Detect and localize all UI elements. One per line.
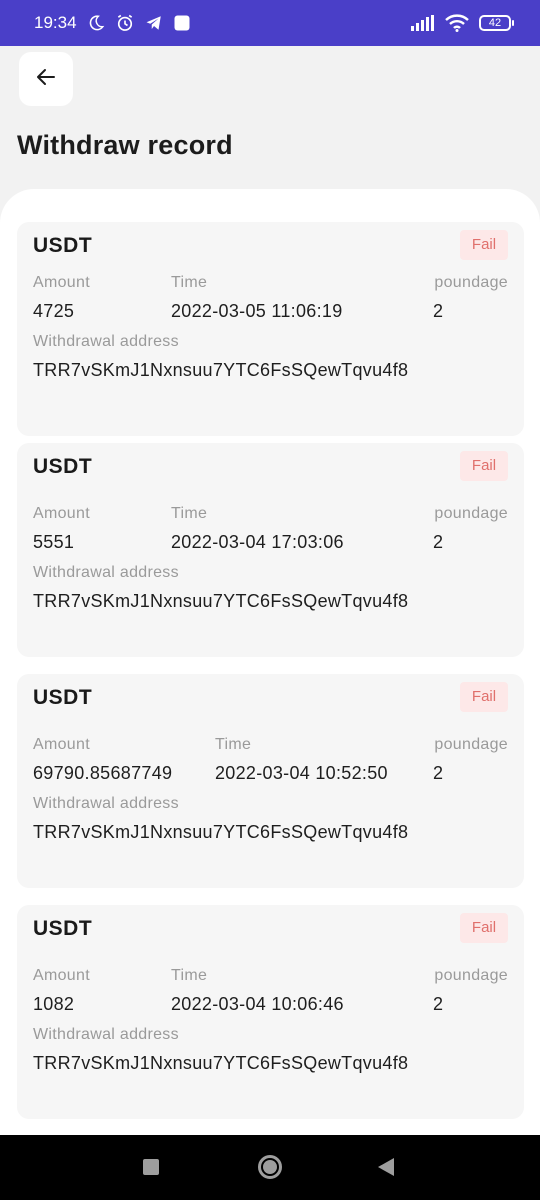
amount-label: Amount (33, 967, 90, 984)
record-currency: USDT (33, 234, 93, 257)
status-badge: Fail (460, 451, 508, 481)
clock: 19:34 (34, 13, 77, 32)
address-label: Withdrawal address (33, 1026, 179, 1043)
telegram-icon (145, 14, 163, 32)
poundage-value: 2 (433, 532, 444, 552)
address-label: Withdrawal address (33, 333, 179, 350)
recents-button[interactable] (143, 1159, 159, 1175)
time-value: 2022-03-05 11:06:19 (171, 301, 343, 321)
status-badge: Fail (460, 913, 508, 943)
amount-label: Amount (33, 274, 90, 291)
time-label: Time (171, 967, 208, 984)
poundage-label: poundage (434, 505, 508, 522)
record-card[interactable]: USDT Fail Amount Time poundage 1082 2022… (17, 905, 524, 1119)
status-bar: 19:34 42 (0, 0, 540, 46)
signal-icon (411, 15, 435, 31)
poundage-label: poundage (434, 967, 508, 984)
address-label: Withdrawal address (33, 564, 179, 581)
address-value: TRR7vSKmJ1Nxnsuu7YTC6FsSQewTqvu4f8 (33, 822, 409, 842)
time-label: Time (171, 505, 208, 522)
poundage-value: 2 (433, 301, 444, 321)
back-button[interactable] (19, 52, 73, 106)
time-label: Time (171, 274, 208, 291)
time-value: 2022-03-04 10:06:46 (171, 994, 344, 1014)
app-square-icon (173, 14, 191, 32)
time-value: 2022-03-04 17:03:06 (171, 532, 344, 552)
amount-value: 1082 (33, 994, 75, 1014)
status-badge: Fail (460, 682, 508, 712)
time-label: Time (215, 736, 252, 753)
poundage-label: poundage (434, 736, 508, 753)
records-sheet[interactable]: USDT Fail Amount Time poundage 4725 2022… (0, 189, 540, 1135)
amount-value: 5551 (33, 532, 75, 552)
arrow-left-icon (34, 65, 58, 94)
moon-icon (87, 14, 105, 32)
time-value: 2022-03-04 10:52:50 (215, 763, 388, 783)
record-card[interactable]: USDT Fail Amount Time poundage 4725 2022… (17, 222, 524, 436)
battery-level: 42 (479, 15, 511, 31)
record-currency: USDT (33, 917, 93, 940)
amount-label: Amount (33, 505, 90, 522)
record-card[interactable]: USDT Fail Amount Time poundage 69790.856… (17, 674, 524, 888)
wifi-icon (445, 14, 469, 32)
poundage-label: poundage (434, 274, 508, 291)
amount-value: 69790.85687749 (33, 763, 173, 783)
record-currency: USDT (33, 455, 93, 478)
address-value: TRR7vSKmJ1Nxnsuu7YTC6FsSQewTqvu4f8 (33, 1053, 409, 1073)
amount-value: 4725 (33, 301, 75, 321)
amount-label: Amount (33, 736, 90, 753)
alarm-icon (115, 13, 135, 33)
record-currency: USDT (33, 686, 93, 709)
nav-back-button[interactable] (378, 1158, 394, 1176)
battery-icon: 42 (479, 15, 514, 31)
address-label: Withdrawal address (33, 795, 179, 812)
record-card[interactable]: USDT Fail Amount Time poundage 5551 2022… (17, 443, 524, 657)
page-title: Withdraw record (17, 130, 233, 160)
poundage-value: 2 (433, 763, 444, 783)
status-badge: Fail (460, 230, 508, 260)
home-icon (263, 1160, 277, 1174)
address-value: TRR7vSKmJ1Nxnsuu7YTC6FsSQewTqvu4f8 (33, 591, 409, 611)
poundage-value: 2 (433, 994, 444, 1014)
navigation-bar (0, 1135, 540, 1200)
home-button[interactable] (258, 1155, 282, 1179)
address-value: TRR7vSKmJ1Nxnsuu7YTC6FsSQewTqvu4f8 (33, 360, 409, 380)
